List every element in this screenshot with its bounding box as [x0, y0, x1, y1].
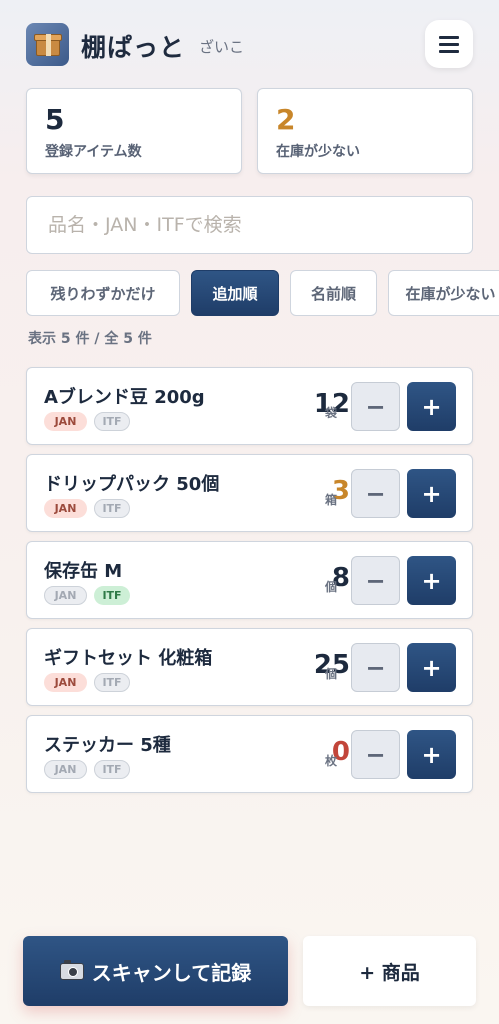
- increment-button[interactable]: +: [407, 469, 456, 518]
- app-subtitle: ざいこ: [199, 38, 245, 56]
- menu-button[interactable]: [425, 20, 473, 68]
- item-unit: 袋: [325, 406, 338, 420]
- app-header: 棚ぱっと ざいこ: [26, 20, 473, 70]
- sort-name-order[interactable]: 名前順: [290, 270, 377, 316]
- stat-value: 5: [45, 103, 65, 136]
- stat-value: 2: [276, 103, 296, 136]
- list-item[interactable]: ギフトセット 化粧箱 JAN ITF 25 個 − +: [26, 628, 473, 706]
- stat-card-registered: 5 登録アイテム数: [26, 88, 242, 174]
- list-item[interactable]: ドリップパック 50個 JAN ITF 3 箱 − +: [26, 454, 473, 532]
- item-unit: 個: [325, 580, 338, 594]
- search-input[interactable]: [26, 196, 473, 254]
- jan-badge: JAN: [44, 760, 87, 779]
- result-count: 表示 5 件 / 全 5 件: [28, 331, 152, 347]
- list-item[interactable]: Aブレンド豆 200g JAN ITF 12 袋 − +: [26, 367, 473, 445]
- list-item[interactable]: ステッカー 5種 JAN ITF 0 枚 − +: [26, 715, 473, 793]
- item-unit: 個: [325, 667, 338, 681]
- item-unit: 枚: [325, 754, 338, 768]
- increment-button[interactable]: +: [407, 643, 456, 692]
- package-icon: [26, 23, 69, 66]
- item-name: ドリップパック 50個: [44, 474, 220, 495]
- decrement-button[interactable]: −: [351, 730, 400, 779]
- itf-badge: ITF: [94, 760, 130, 779]
- stat-label: 登録アイテム数: [45, 144, 142, 160]
- filter-chips: 残りわずかだけ 追加順 名前順 在庫が少ない: [26, 270, 499, 316]
- hamburger-icon: [439, 35, 459, 39]
- itf-badge: ITF: [94, 673, 130, 692]
- increment-button[interactable]: +: [407, 382, 456, 431]
- jan-badge: JAN: [44, 499, 87, 518]
- bottom-bar: スキャンして記録 + 商品: [0, 920, 499, 1024]
- itf-badge: ITF: [94, 586, 130, 605]
- item-name: 保存缶 M: [44, 561, 123, 582]
- item-name: Aブレンド豆 200g: [44, 387, 205, 408]
- decrement-button[interactable]: −: [351, 643, 400, 692]
- stat-card-low-stock[interactable]: 2 在庫が少ない: [257, 88, 473, 174]
- decrement-button[interactable]: −: [351, 382, 400, 431]
- increment-button[interactable]: +: [407, 730, 456, 779]
- item-name: ステッカー 5種: [44, 735, 171, 756]
- item-unit: 箱: [325, 493, 338, 507]
- list-item[interactable]: 保存缶 M JAN ITF 8 個 − +: [26, 541, 473, 619]
- scan-button[interactable]: スキャンして記録: [23, 936, 288, 1006]
- app-title: 棚ぱっと: [81, 33, 186, 62]
- jan-badge: JAN: [44, 673, 87, 692]
- jan-badge: JAN: [44, 412, 87, 431]
- increment-button[interactable]: +: [407, 556, 456, 605]
- scan-label: スキャンして記録: [91, 960, 252, 985]
- itf-badge: ITF: [94, 412, 130, 431]
- add-product-button[interactable]: + 商品: [303, 936, 476, 1006]
- filter-low-only[interactable]: 残りわずかだけ: [26, 270, 180, 316]
- sort-low-stock[interactable]: 在庫が少ない: [388, 270, 499, 316]
- itf-badge: ITF: [94, 499, 130, 518]
- camera-icon: [59, 959, 84, 980]
- decrement-button[interactable]: −: [351, 556, 400, 605]
- stat-label: 在庫が少ない: [276, 144, 360, 160]
- jan-badge: JAN: [44, 586, 87, 605]
- item-name: ギフトセット 化粧箱: [44, 648, 213, 669]
- sort-added-order[interactable]: 追加順: [191, 270, 279, 316]
- decrement-button[interactable]: −: [351, 469, 400, 518]
